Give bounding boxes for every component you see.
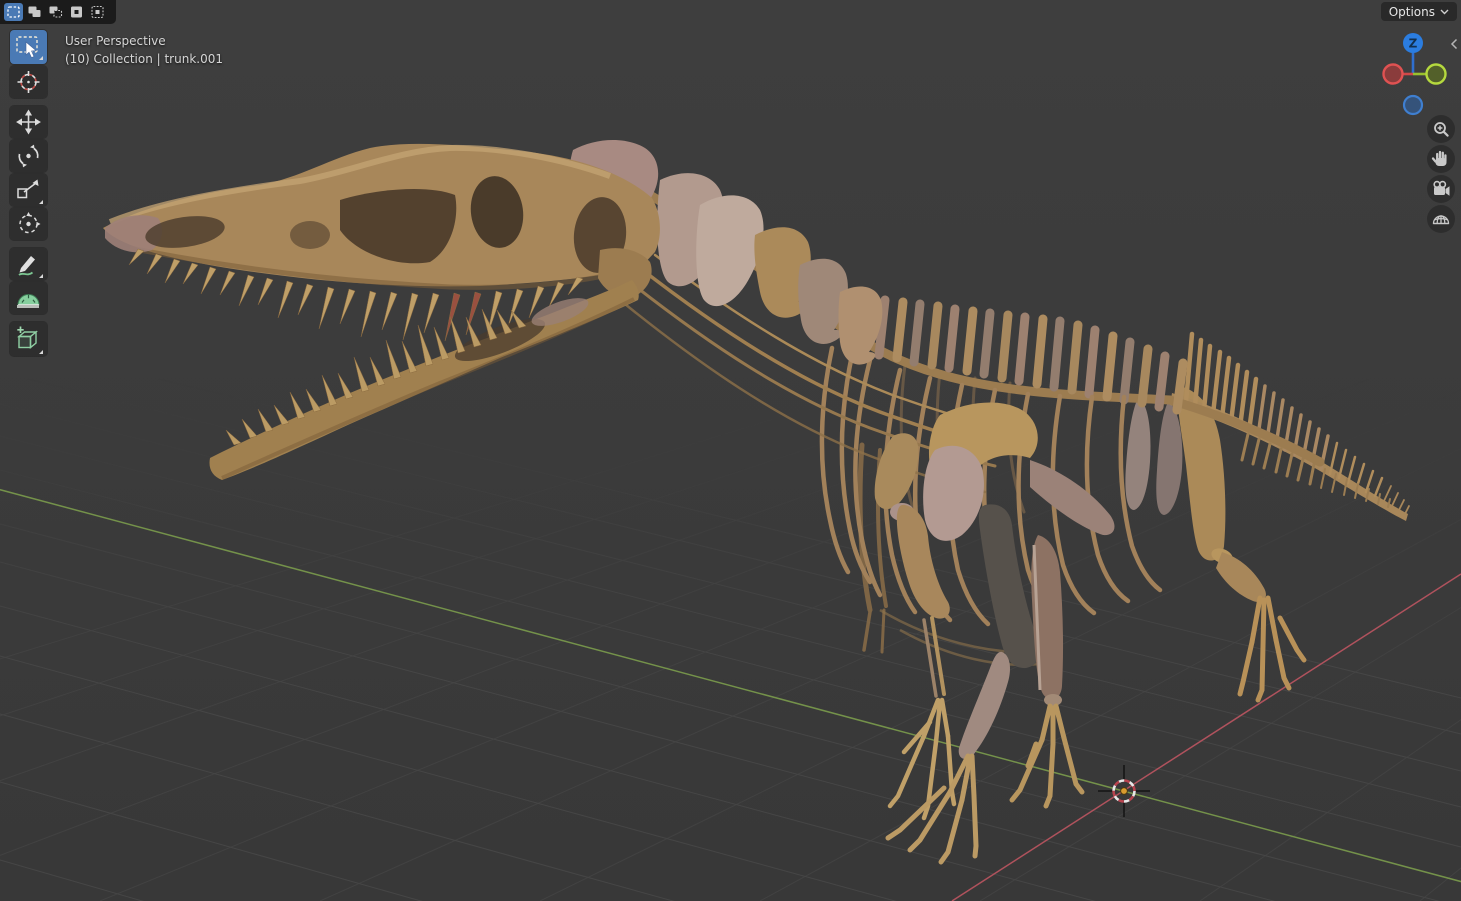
tool-rotate[interactable]: [10, 140, 47, 172]
select-box-icon: [16, 36, 43, 60]
sidebar-toggle-button[interactable]: [1448, 36, 1460, 52]
annotate-icon: [18, 256, 43, 278]
blender-3d-viewport[interactable]: User Perspective (10) Collection | trunk…: [0, 0, 1461, 901]
grid-sphere-icon: [1432, 215, 1450, 225]
gizmo-axis-x-negative[interactable]: [1382, 63, 1404, 85]
navigation-gizmo[interactable]: Z: [1377, 27, 1449, 121]
select-mode-extend-button[interactable]: [25, 3, 44, 21]
select-mode-set-button[interactable]: [4, 3, 23, 21]
chevron-down-icon: [1440, 9, 1449, 14]
tool-move[interactable]: [10, 106, 47, 138]
hand-icon: [1431, 150, 1447, 166]
pan-button[interactable]: [1427, 145, 1455, 173]
rotate-icon: [18, 144, 39, 168]
select-mode-invert-button[interactable]: [67, 3, 86, 21]
tool-scale[interactable]: [10, 174, 47, 206]
viewport-canvas[interactable]: [0, 0, 1461, 901]
select-intersect-icon: [91, 5, 104, 19]
select-subtract-icon: [49, 6, 63, 18]
options-label: Options: [1388, 4, 1435, 19]
gizmo-axis-y-positive[interactable]: [1425, 63, 1447, 85]
tool-add-cube[interactable]: [10, 322, 47, 356]
camera-view-button[interactable]: [1427, 175, 1455, 203]
select-extend-icon: [28, 6, 41, 17]
tool-annotate[interactable]: [10, 248, 47, 280]
maxillary-fenestra: [290, 221, 330, 249]
orthographic-toggle-button[interactable]: [1427, 205, 1455, 233]
camera-icon: [1433, 180, 1450, 196]
select-mode-intersect-button[interactable]: [88, 3, 107, 21]
measure-icon: [17, 294, 40, 308]
tool-transform[interactable]: [10, 208, 47, 240]
select-mode-subtract-button[interactable]: [46, 3, 65, 21]
select-mode-strip: [0, 0, 116, 24]
options-button[interactable]: Options: [1380, 2, 1457, 21]
select-invert-icon: [71, 6, 82, 18]
gizmo-axis-z-negative[interactable]: [1402, 94, 1424, 116]
zoom-button[interactable]: [1427, 115, 1455, 143]
gizmo-z-letter: Z: [1409, 37, 1418, 51]
active-collection-label: (10) Collection | trunk.001: [65, 52, 223, 66]
viewport-background: [0, 0, 1461, 901]
add-cube-icon: [17, 326, 43, 354]
chevron-left-icon: [1450, 38, 1458, 50]
transform-icon: [19, 212, 41, 234]
tool-select-box[interactable]: [10, 30, 47, 64]
move-icon: [16, 109, 41, 135]
cursor-icon: [17, 71, 40, 93]
select-set-icon: [7, 6, 20, 18]
tool-measure[interactable]: [10, 282, 47, 314]
tool-cursor[interactable]: [10, 66, 47, 98]
view-perspective-label: User Perspective: [65, 34, 166, 48]
magnifier-plus-icon: [1434, 122, 1449, 137]
scale-icon: [17, 179, 43, 204]
